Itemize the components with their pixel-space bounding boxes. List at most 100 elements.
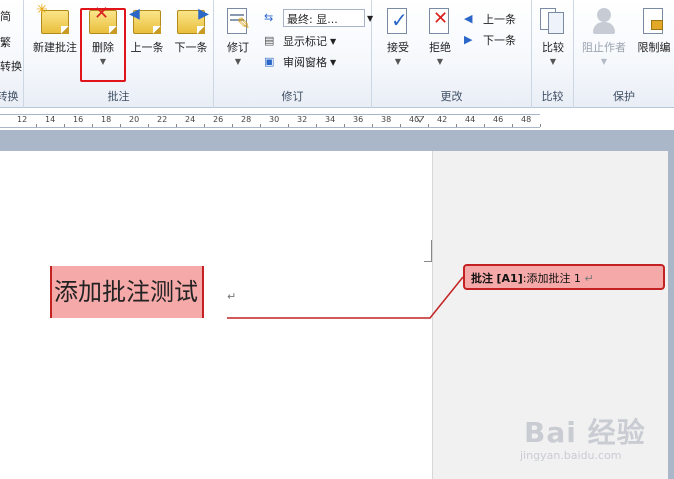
- next-change-icon: ▶: [464, 33, 473, 46]
- chevron-down-icon[interactable]: ▼: [378, 57, 418, 66]
- ruler-tick-label: 36: [353, 115, 364, 124]
- chevron-down-icon[interactable]: ▼: [218, 57, 258, 66]
- show-markup-icon: ▤: [264, 34, 275, 47]
- ruler-tick-label: 16: [73, 115, 84, 124]
- ruler-tick-label: 24: [185, 115, 196, 124]
- reject-icon: ✕: [425, 6, 455, 36]
- group-label-changes: 更改: [440, 90, 463, 103]
- block-authors-icon: [589, 6, 619, 36]
- compare-icon: [538, 6, 568, 36]
- ruler-minor-tick: [540, 124, 541, 127]
- ruler-tick-label: 44: [465, 115, 476, 124]
- next-comment-button[interactable]: ▶ 下一条: [170, 6, 212, 55]
- accept-button[interactable]: ✓ 接受 ▼: [378, 6, 418, 66]
- previous-comment-button[interactable]: ◀ 上一条: [126, 6, 168, 55]
- ruler-indent-marker[interactable]: [416, 116, 424, 124]
- previous-comment-icon: ◀: [129, 6, 162, 36]
- ruler-minor-tick: [204, 124, 205, 127]
- group-compare: 比较 ▼ 比较: [532, 0, 574, 108]
- group-changes: ✓ 接受 ▼ ✕ 拒绝 ▼ ◀ 上一条 ▶ 下一条 更改: [372, 0, 532, 108]
- comment-label: 批注: [471, 272, 493, 285]
- group-convert: 简 繁 转换 转换: [0, 0, 24, 108]
- previous-change-button[interactable]: ◀ 上一条: [464, 10, 516, 28]
- group-tracking: ✎ 修订 ▼ ⇆ 最终: 显... ▼ ▤ 显示标记 ▼ ▣ 审阅窗格 ▼ 修订: [214, 0, 373, 108]
- ruler-minor-tick: [316, 124, 317, 127]
- commented-text[interactable]: 添加批注测试: [50, 266, 204, 318]
- reject-button[interactable]: ✕ 拒绝 ▼: [420, 6, 460, 66]
- ruler-tick-label: 34: [325, 115, 336, 124]
- chevron-down-icon[interactable]: ▼: [534, 57, 572, 66]
- watermark-sub: jingyan.baidu.com: [520, 449, 622, 462]
- track-changes-button[interactable]: ✎ 修订 ▼: [218, 6, 258, 66]
- reviewing-pane-icon: ▣: [264, 55, 275, 68]
- ruler-minor-tick: [92, 124, 93, 127]
- accept-icon: ✓: [383, 6, 413, 36]
- group-label-comments: 批注: [107, 90, 130, 103]
- ruler-tick-label: 42: [437, 115, 448, 124]
- ribbon: 简 繁 转换 转换 ✳ 新建批注 ✕ 删除 ▼ ◀ 上一条 ▶ 下一条 批注 ✎…: [0, 0, 674, 108]
- ruler-tick-label: 18: [101, 115, 112, 124]
- ruler-tick-label: 20: [129, 115, 140, 124]
- watermark: Bai 经验 jingyan.baidu.com: [510, 405, 670, 475]
- track-changes-icon: ✎: [223, 6, 253, 36]
- ruler-tick-label: 46: [493, 115, 504, 124]
- ruler-minor-tick: [64, 124, 65, 127]
- delete-highlight-box: [80, 8, 126, 82]
- reviewing-pane-button[interactable]: ▣ 审阅窗格 ▼: [264, 53, 336, 71]
- ruler-tick-label: 14: [45, 115, 56, 124]
- ruler-minor-tick: [232, 124, 233, 127]
- watermark-text: Bai 经验: [524, 416, 646, 449]
- ruler-minor-tick: [456, 124, 457, 127]
- comment-text: :添加批注 1: [522, 272, 581, 285]
- ruler-minor-tick: [512, 124, 513, 127]
- group-protect: 阻止作者 ▼ 限制编 保护: [574, 0, 674, 108]
- paragraph-mark: ↵: [227, 290, 237, 303]
- new-comment-icon: ✳: [36, 2, 70, 36]
- new-comment-button[interactable]: ✳ 新建批注: [30, 2, 80, 55]
- ruler-minor-tick: [400, 124, 401, 127]
- ruler-tick-label: 28: [241, 115, 252, 124]
- ruler-tick-label: 22: [157, 115, 168, 124]
- block-authors-button[interactable]: 阻止作者 ▼: [578, 6, 630, 66]
- ruler-minor-tick: [36, 124, 37, 127]
- display-review-icon: ⇆: [264, 11, 274, 24]
- display-for-review[interactable]: ⇆ 最终: 显... ▼: [264, 9, 373, 27]
- ruler-tick-label: 26: [213, 115, 224, 124]
- group-label-tracking: 修订: [281, 90, 304, 103]
- ruler-minor-tick: [288, 124, 289, 127]
- convert-action[interactable]: 转换: [0, 58, 22, 74]
- margin-corner-mark: [424, 240, 432, 262]
- next-comment-icon: ▶: [176, 6, 209, 36]
- comment-balloon[interactable]: 批注 [A1]:添加批注 1 ↵: [463, 264, 665, 290]
- comment-ref: [A1]: [496, 272, 523, 285]
- ruler-minor-tick: [372, 124, 373, 127]
- convert-traditional[interactable]: 繁: [0, 34, 11, 50]
- comment-paragraph-mark: ↵: [584, 272, 594, 285]
- ruler-minor-tick: [344, 124, 345, 127]
- ruler-tick-label: 32: [297, 115, 308, 124]
- ruler-tick-label: 38: [381, 115, 392, 124]
- ruler-minor-tick: [176, 124, 177, 127]
- lock-icon: [639, 6, 669, 36]
- show-markup-button[interactable]: ▤ 显示标记 ▼: [264, 32, 336, 50]
- display-select[interactable]: 最终: 显...: [283, 9, 365, 27]
- ruler-minor-tick: [484, 124, 485, 127]
- restrict-editing-button[interactable]: 限制编: [634, 6, 674, 55]
- ruler-minor-tick: [120, 124, 121, 127]
- chevron-down-icon: ▼: [600, 57, 608, 66]
- next-change-button[interactable]: ▶ 下一条: [464, 31, 516, 49]
- chevron-down-icon: ▼: [330, 57, 337, 67]
- ruler-tick-label: 48: [521, 115, 532, 124]
- group-label-compare: 比较: [541, 90, 564, 103]
- ruler-minor-tick: [148, 124, 149, 127]
- ruler-tick-label: 12: [17, 115, 28, 124]
- compare-button[interactable]: 比较 ▼: [534, 6, 572, 66]
- previous-change-icon: ◀: [464, 12, 473, 25]
- ruler-minor-tick: [260, 124, 261, 127]
- horizontal-ruler[interactable]: 12 14 16 18 20 22 24 26 28 30 32 34 36 38 40 42 44 46 48: [0, 114, 541, 128]
- ruler-tick-label: 30: [269, 115, 280, 124]
- chevron-down-icon: ▼: [330, 36, 337, 46]
- convert-simplified[interactable]: 简: [0, 8, 11, 24]
- chevron-down-icon[interactable]: ▼: [420, 57, 460, 66]
- group-label-protect: 保护: [613, 90, 635, 103]
